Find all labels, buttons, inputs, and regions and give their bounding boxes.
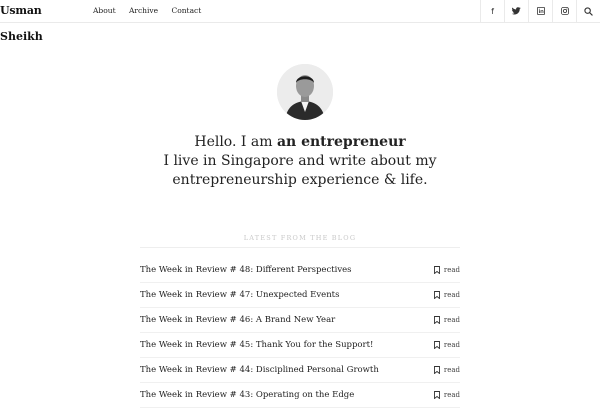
twitter-icon[interactable] bbox=[504, 0, 528, 22]
read-link[interactable]: read bbox=[433, 291, 460, 299]
main-nav: About Archive Contact bbox=[93, 6, 212, 15]
read-label: read bbox=[443, 366, 460, 374]
bookmark-icon bbox=[433, 341, 440, 349]
post-title[interactable]: The Week in Review # 48: Different Persp… bbox=[140, 265, 352, 275]
profile-avatar bbox=[277, 64, 333, 120]
read-label: read bbox=[443, 341, 460, 349]
bookmark-icon bbox=[433, 366, 440, 374]
read-link[interactable]: read bbox=[433, 366, 460, 374]
read-label: read bbox=[443, 291, 460, 299]
divider bbox=[140, 247, 460, 248]
post-item[interactable]: The Week in Review # 47: Unexpected Even… bbox=[140, 283, 460, 308]
post-title[interactable]: The Week in Review # 45: Thank You for t… bbox=[140, 340, 373, 350]
blog-section-title: LATEST FROM THE BLOG bbox=[243, 234, 357, 242]
social-links: f bbox=[480, 0, 600, 22]
nav-link-archive[interactable]: Archive bbox=[129, 6, 158, 15]
post-item[interactable]: The Week in Review # 46: A Brand New Yea… bbox=[140, 308, 460, 333]
post-item[interactable]: The Week in Review # 44: Disciplined Per… bbox=[140, 358, 460, 383]
read-label: read bbox=[443, 316, 460, 324]
facebook-icon[interactable]: f bbox=[480, 0, 504, 22]
post-title[interactable]: The Week in Review # 46: A Brand New Yea… bbox=[140, 315, 335, 325]
post-item[interactable]: The Week in Review # 48: Different Persp… bbox=[140, 258, 460, 283]
bookmark-icon bbox=[433, 316, 440, 324]
read-link[interactable]: read bbox=[433, 391, 460, 399]
bookmark-icon bbox=[433, 391, 440, 399]
read-label: read bbox=[443, 391, 460, 399]
read-link[interactable]: read bbox=[433, 266, 460, 274]
hero-intro: Hello. I am an entrepreneur I live in Si… bbox=[140, 133, 460, 190]
site-header: Usman About Archive Contact f bbox=[0, 0, 600, 23]
hero-line-1: Hello. I am an entrepreneur bbox=[140, 133, 460, 152]
search-icon[interactable] bbox=[576, 0, 600, 22]
post-item[interactable]: The Week in Review # 43: Operating on th… bbox=[140, 383, 460, 408]
bookmark-icon bbox=[433, 266, 440, 274]
post-title[interactable]: The Week in Review # 47: Unexpected Even… bbox=[140, 290, 339, 300]
site-logo-text-line2[interactable]: Sheikh bbox=[0, 30, 43, 43]
read-link[interactable]: read bbox=[433, 316, 460, 324]
read-link[interactable]: read bbox=[433, 341, 460, 349]
site-logo-text[interactable]: Usman bbox=[0, 4, 42, 17]
post-list: The Week in Review # 48: Different Persp… bbox=[140, 258, 460, 408]
linkedin-icon[interactable] bbox=[528, 0, 552, 22]
bookmark-icon bbox=[433, 291, 440, 299]
hero-role: an entrepreneur bbox=[276, 134, 406, 150]
nav-link-contact[interactable]: Contact bbox=[171, 6, 201, 15]
read-label: read bbox=[443, 266, 460, 274]
hero-line-3: entrepreneurship experience & life. bbox=[172, 172, 428, 188]
hero-greeting: Hello. I am bbox=[194, 134, 273, 150]
instagram-icon[interactable] bbox=[552, 0, 576, 22]
hero-line-2: I live in Singapore and write about my bbox=[163, 153, 437, 169]
post-title[interactable]: The Week in Review # 43: Operating on th… bbox=[140, 390, 354, 400]
nav-link-about[interactable]: About bbox=[93, 6, 116, 15]
post-item[interactable]: The Week in Review # 45: Thank You for t… bbox=[140, 333, 460, 358]
post-title[interactable]: The Week in Review # 44: Disciplined Per… bbox=[140, 365, 379, 375]
